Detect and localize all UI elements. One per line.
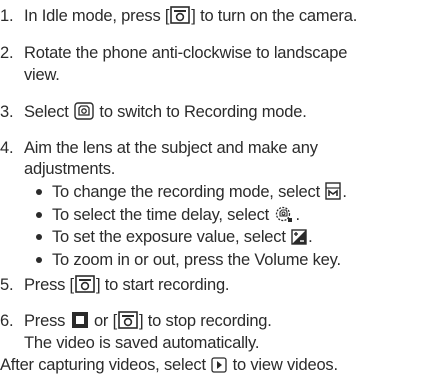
footer-note: After capturing videos, select to view v… [0, 355, 338, 375]
camera-key-icon [170, 6, 191, 24]
step-text: Press [24, 312, 70, 330]
step-text: Rotate the phone anti-clockwise to lands… [24, 44, 348, 62]
step-text: to switch to Recording mode. [95, 103, 307, 121]
step-number: 3. [0, 103, 14, 121]
substep-text: To change the recording mode, select [52, 183, 325, 201]
step-number: 5. [0, 276, 14, 294]
bullet [36, 212, 42, 218]
camera-key-icon [75, 275, 95, 293]
timer-icon [276, 206, 293, 222]
step-text: ] to start recording. [95, 276, 230, 294]
substep-text: To select the time delay, select [52, 206, 274, 224]
substep-text: . [295, 206, 300, 224]
step-text: In Idle mode, press [ [24, 7, 170, 25]
footer-text: After capturing videos, select [0, 356, 211, 374]
step-2-continued: view. [24, 66, 60, 84]
substep-text: To set the exposure value, select [52, 228, 291, 246]
step-text: ] to turn on the camera. [191, 7, 358, 25]
step-text: Press [ [24, 276, 74, 294]
bullet [36, 189, 42, 195]
substep-text: . [342, 183, 347, 201]
camera-switch-icon [74, 102, 94, 120]
recording-mode-icon [325, 182, 342, 200]
stop-icon [71, 312, 88, 328]
step-number: 4. [0, 139, 14, 157]
substep-text: . [308, 228, 313, 246]
play-icon [211, 357, 227, 373]
step-number: 1. [0, 7, 14, 25]
footer-text: to view videos. [228, 356, 338, 374]
camera-key-icon [118, 311, 138, 329]
bullet [36, 257, 42, 263]
step-text: ] to stop recording. [139, 312, 272, 330]
step-6-continued: The video is saved automatically. [24, 334, 260, 352]
step-text: Aim the lens at the subject and make any [24, 139, 318, 157]
bullet [36, 234, 42, 240]
step-number: 6. [0, 312, 14, 330]
step-4-continued: adjustments. [24, 160, 116, 178]
instructions-document: 1. In Idle mode, press [ ] to turn on the… [0, 0, 430, 378]
substep-text: To zoom in or out, press the Volume key. [52, 251, 341, 269]
step-text: Select [24, 103, 74, 121]
step-text: or [ [89, 312, 117, 330]
exposure-icon [291, 229, 307, 245]
step-number: 2. [0, 44, 14, 62]
